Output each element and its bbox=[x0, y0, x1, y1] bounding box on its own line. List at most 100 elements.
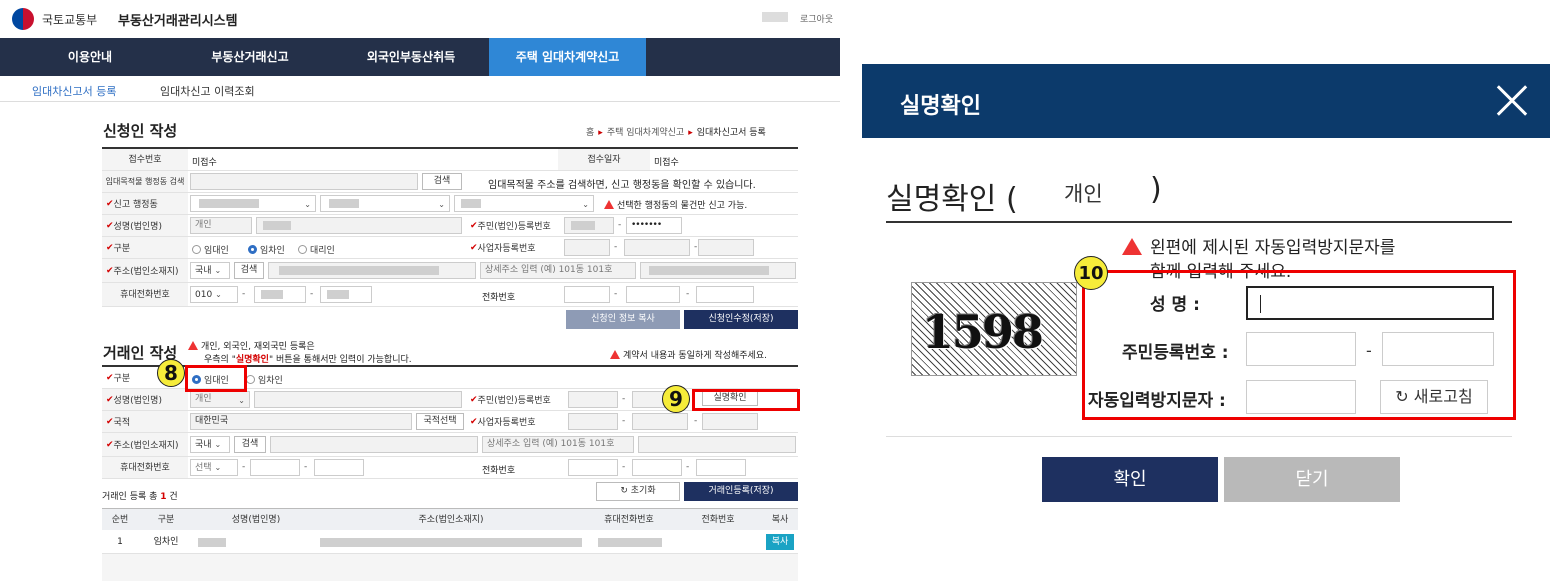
ministry-logo-icon bbox=[12, 8, 34, 30]
breadcrumb-current: 임대차신고서 등록 bbox=[696, 128, 766, 138]
breadcrumb-lease[interactable]: 주택 임대차계약신고 bbox=[607, 128, 684, 138]
callout-box-8 bbox=[185, 365, 247, 392]
dialog-header: 실명확인 bbox=[862, 64, 1550, 138]
phone-input-2[interactable] bbox=[626, 286, 680, 303]
save-applicant-button[interactable]: 신청인수정(저장) bbox=[684, 310, 798, 329]
party-nation-input[interactable]: 대한민국 bbox=[190, 413, 412, 430]
party-nation-select-button[interactable]: 국적선택 bbox=[416, 413, 464, 430]
dialog-title: 실명확인 bbox=[900, 94, 981, 119]
col-mobile: 휴대전화번호 bbox=[604, 515, 654, 525]
address-search-button[interactable]: 검색 bbox=[422, 173, 462, 190]
radio-circle-icon bbox=[248, 245, 257, 254]
address-extra-input[interactable] bbox=[640, 262, 796, 279]
col-name: 성명(법인명) bbox=[231, 515, 281, 525]
logout-link[interactable]: 로그아웃 bbox=[800, 12, 833, 25]
name-type-select[interactable]: 개인 bbox=[190, 217, 252, 234]
mobile-label: 휴대전화번호 bbox=[102, 283, 188, 306]
row-name-redacted bbox=[198, 538, 226, 547]
admin-dong-sido-select[interactable]: ⌄ bbox=[190, 195, 316, 212]
snb-lease-register[interactable]: 임대차신고서 등록 bbox=[32, 83, 116, 99]
party-rrn-label: ✔ 주민(법인)등록번호 bbox=[466, 389, 562, 410]
confirm-button[interactable]: 확인 bbox=[1042, 457, 1218, 502]
copy-applicant-button[interactable]: 신청인 정보 복사 bbox=[566, 310, 680, 329]
mobile-mid-input[interactable] bbox=[254, 286, 306, 303]
party-bizno-label: ✔ 사업자등록번호 bbox=[466, 411, 562, 432]
radio-lessee[interactable]: 임차인 bbox=[248, 243, 285, 256]
receipt-date-value: 미접수 bbox=[654, 158, 679, 168]
receipt-no-label: 접수번호 bbox=[102, 149, 188, 170]
admin-dong-sigungu-select[interactable]: ⌄ bbox=[320, 195, 450, 212]
party-address-input[interactable] bbox=[270, 436, 478, 453]
warning-icon bbox=[604, 200, 614, 209]
address-input[interactable] bbox=[268, 262, 476, 279]
party-mobile-prefix-select[interactable]: 선택 ⌄ bbox=[190, 459, 238, 476]
party-rrn-front-input[interactable] bbox=[568, 391, 618, 408]
address-search-note: 임대목적물 주소를 검색하면, 신고 행정동을 확인할 수 있습니다. bbox=[488, 180, 756, 191]
party-name-input[interactable] bbox=[254, 391, 462, 408]
dialog-heading-close: ) bbox=[1150, 172, 1162, 207]
gnb-foreigner-acquisition[interactable]: 외국인부동산취득 bbox=[336, 38, 486, 76]
bizno-input-3[interactable] bbox=[698, 239, 754, 256]
party-phone-input-2[interactable] bbox=[632, 459, 682, 476]
radio-circle-icon bbox=[192, 245, 201, 254]
party-name-type-select[interactable]: 개인 ⌄ bbox=[190, 391, 250, 408]
col-phone: 전화번호 bbox=[701, 515, 735, 525]
name-input[interactable] bbox=[256, 217, 462, 234]
party-country-select[interactable]: 국내 ⌄ bbox=[190, 436, 230, 453]
callout-9: 9 bbox=[662, 385, 690, 413]
system-title: 부동산거래관리시스템 bbox=[118, 14, 238, 29]
table-empty-area bbox=[102, 554, 798, 581]
ministry-name: 국토교통부 bbox=[42, 13, 98, 27]
party-phone-input-3[interactable] bbox=[696, 459, 746, 476]
party-mobile-last-input[interactable] bbox=[314, 459, 364, 476]
gnb-lease-report[interactable]: 주택 임대차계약신고 bbox=[489, 38, 646, 76]
user-name-redacted bbox=[762, 12, 788, 22]
party-address-search-button[interactable]: 검색 bbox=[234, 436, 266, 453]
rrn-front-input[interactable] bbox=[564, 217, 614, 234]
party-address-extra-input[interactable] bbox=[638, 436, 796, 453]
dialog-divider bbox=[886, 221, 1512, 223]
address-search-input[interactable] bbox=[190, 173, 418, 190]
mobile-prefix-select[interactable]: 010 ⌄ bbox=[190, 286, 238, 303]
radio-agent[interactable]: 대리인 bbox=[298, 243, 335, 256]
party-mobile-mid-input[interactable] bbox=[250, 459, 300, 476]
col-address: 주소(법인소재지) bbox=[418, 515, 484, 525]
breadcrumb-home[interactable]: 홈 bbox=[586, 128, 594, 138]
admin-dong-dong-select[interactable]: ⌄ bbox=[454, 195, 594, 212]
party-bizno-input-3[interactable] bbox=[702, 413, 758, 430]
callout-box-9 bbox=[692, 389, 800, 411]
row-copy-button[interactable]: 복사 bbox=[766, 534, 794, 550]
reset-button[interactable]: ↻ 초기화 bbox=[596, 482, 680, 501]
party-bizno-input-2[interactable] bbox=[632, 413, 688, 430]
warning-icon bbox=[1122, 238, 1142, 255]
address-search-button-2[interactable]: 검색 bbox=[234, 262, 264, 279]
row-type: 임차인 bbox=[153, 537, 179, 547]
captcha-image: 1598 bbox=[911, 282, 1077, 376]
snb-lease-history[interactable]: 임대차신고 이력조회 bbox=[160, 83, 255, 99]
global-nav: 이용안내 부동산거래신고 외국인부동산취득 주택 임대차계약신고 bbox=[0, 38, 840, 76]
callout-8: 8 bbox=[157, 359, 185, 387]
phone-input-3[interactable] bbox=[696, 286, 754, 303]
close-icon[interactable] bbox=[1496, 84, 1528, 116]
mobile-last-input[interactable] bbox=[320, 286, 372, 303]
phone-input-1[interactable] bbox=[564, 286, 610, 303]
table-row[interactable]: 1 임차인 복사 bbox=[102, 530, 798, 554]
party-address-detail-input[interactable]: 상세주소 입력 (예) 101동 101호 bbox=[482, 436, 634, 453]
register-party-button[interactable]: 거래인등록(저장) bbox=[684, 482, 798, 501]
gnb-guide[interactable]: 이용안내 bbox=[20, 38, 160, 76]
party-radio-lessee[interactable]: 임차인 bbox=[246, 373, 283, 386]
rrn-label: ✔ 주민(법인)등록번호 bbox=[466, 215, 562, 236]
row-no: 1 bbox=[117, 537, 123, 547]
address-detail-input[interactable]: 상세주소 입력 (예) 101동 101호 bbox=[480, 262, 636, 279]
close-button[interactable]: 닫기 bbox=[1224, 457, 1400, 502]
country-select[interactable]: 국내 ⌄ bbox=[190, 262, 230, 279]
bizno-input-1[interactable] bbox=[564, 239, 610, 256]
party-address-label: ✔ 주소(법인소재지) bbox=[102, 433, 188, 456]
bizno-input-2[interactable] bbox=[624, 239, 690, 256]
party-phone-input-1[interactable] bbox=[568, 459, 618, 476]
gnb-transaction-report[interactable]: 부동산거래신고 bbox=[180, 38, 320, 76]
radio-lessor[interactable]: 임대인 bbox=[192, 243, 229, 256]
party-bizno-input-1[interactable] bbox=[568, 413, 618, 430]
type-label: ✔ 구분 bbox=[102, 237, 188, 258]
rrn-back-input[interactable]: ••••••• bbox=[626, 217, 682, 234]
